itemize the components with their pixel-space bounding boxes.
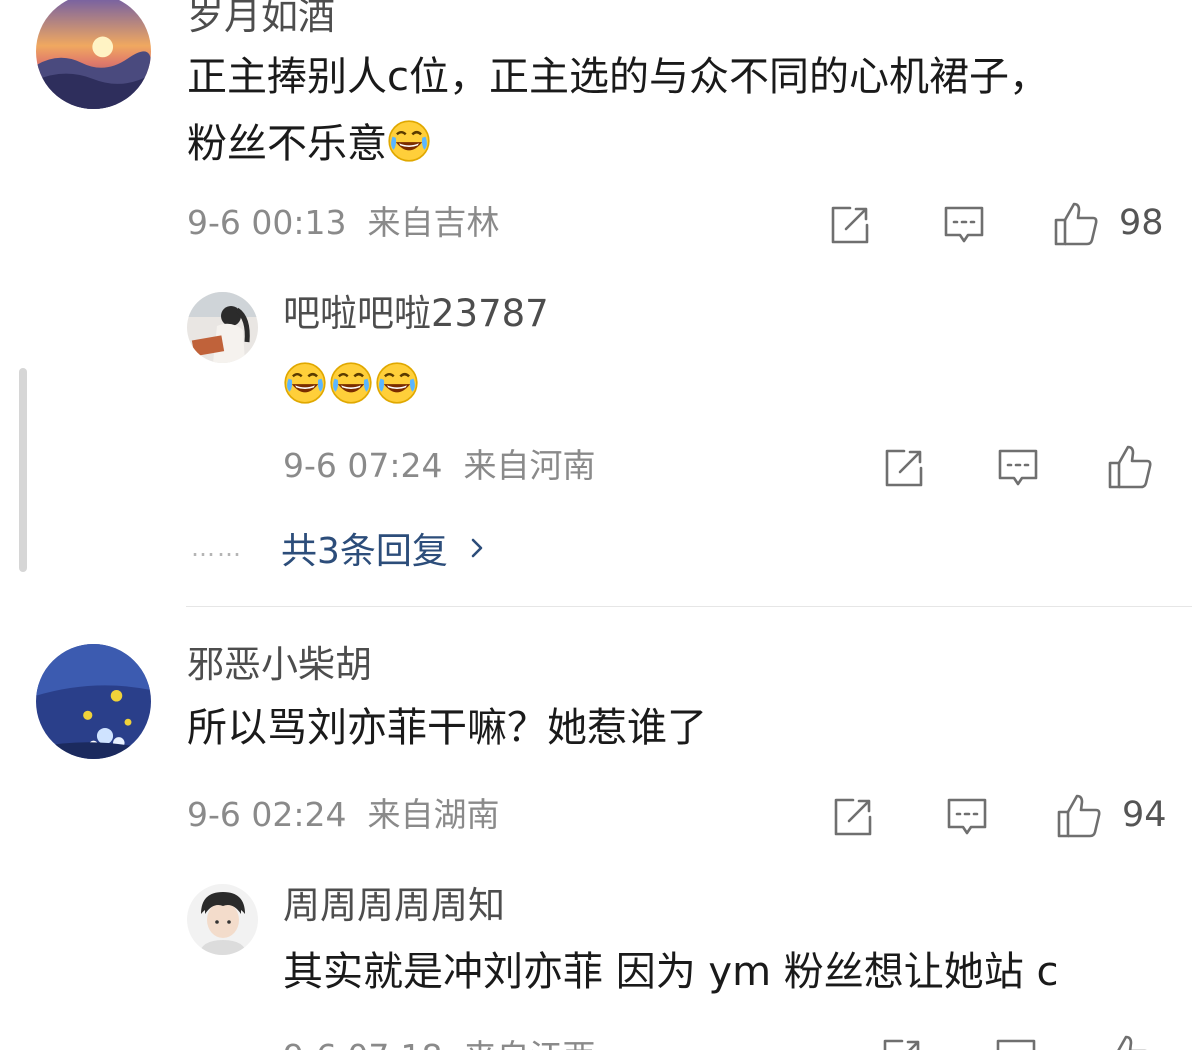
comment-icon[interactable] — [996, 446, 1040, 490]
avatar[interactable] — [187, 884, 258, 955]
share-icon[interactable] — [880, 1036, 924, 1050]
comment-icon[interactable] — [994, 1036, 1038, 1050]
comment-username[interactable]: 岁月如酒 — [187, 0, 335, 35]
comment-page: 岁月如酒 正主捧别人c位，正主选的与众不同的心机裙子， 粉丝不乐意 9-6 00… — [0, 0, 1192, 1050]
laughing-tears-emoji — [387, 117, 431, 162]
comment-time: 9-6 02:24 — [187, 795, 347, 834]
comment-meta: 9-6 02:24 来自湖南 — [187, 798, 499, 831]
like-count: 98 — [1119, 203, 1164, 243]
reply-location: 来自江西 — [463, 1037, 595, 1050]
like-count: 94 — [1122, 795, 1167, 835]
share-icon[interactable] — [831, 795, 875, 839]
comment-icon[interactable] — [942, 203, 986, 247]
comment-location: 来自湖南 — [367, 795, 500, 834]
avatar[interactable] — [187, 292, 258, 363]
thumb-up-icon[interactable] — [1106, 443, 1154, 491]
scrollbar[interactable] — [19, 368, 27, 572]
comment-text-body: 正主捧别人c位，正主选的与众不同的心机裙子， 粉丝不乐意 — [187, 54, 1049, 167]
crying-laughing-emoji — [283, 361, 327, 405]
reply-username[interactable]: 周周周周周知 — [283, 887, 505, 924]
reply-time: 9-6 07:24 — [283, 446, 443, 485]
avatar[interactable] — [36, 0, 151, 109]
crying-laughing-emoji — [375, 361, 419, 405]
share-icon[interactable] — [882, 446, 926, 490]
comment-text: 所以骂刘亦菲干嘛？她惹谁了 — [187, 705, 707, 751]
reply-meta: 9-6 07:24 来自河南 — [283, 449, 595, 482]
more-replies-label[interactable]: 共3条回复 — [281, 522, 448, 574]
crying-laughing-emoji — [329, 361, 373, 405]
comment-text: 正主捧别人c位，正主选的与众不同的心机裙子， 粉丝不乐意 — [187, 44, 1049, 178]
comment-username[interactable]: 邪恶小柴胡 — [187, 646, 372, 683]
more-replies-link[interactable]: …… 共3条回复 — [191, 522, 488, 574]
reply-username[interactable]: 吧啦吧啦23787 — [283, 295, 549, 332]
comment-location: 来自吉林 — [367, 203, 500, 242]
thumb-up-icon[interactable] — [1052, 200, 1100, 248]
thumb-up-icon[interactable] — [1104, 1033, 1152, 1050]
divider — [186, 606, 1192, 607]
reply-location: 来自河南 — [463, 446, 596, 485]
reply-meta: 9-6 07:18 来自江西 — [283, 1040, 595, 1050]
comment-time: 9-6 00:13 — [187, 203, 347, 242]
reply-time: 9-6 07:18 — [283, 1037, 443, 1050]
share-icon[interactable] — [828, 203, 872, 247]
chevron-right-icon — [466, 537, 488, 559]
comment-meta: 9-6 00:13 来自吉林 — [187, 206, 499, 239]
reply-dots: …… — [191, 534, 243, 562]
avatar[interactable] — [36, 644, 151, 759]
thumb-up-icon[interactable] — [1055, 792, 1103, 840]
reply-text: 其实就是冲刘亦菲 因为 ym 粉丝想让她站 c — [283, 949, 1059, 995]
comment-icon[interactable] — [945, 795, 989, 839]
reply-emoji-row — [283, 361, 419, 405]
